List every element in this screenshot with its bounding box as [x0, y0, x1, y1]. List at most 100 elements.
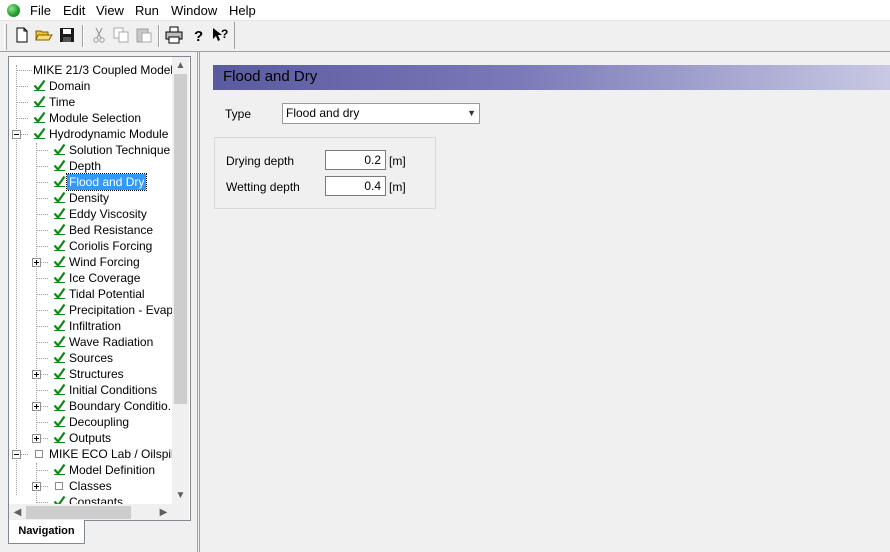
tree-item-infiltration[interactable]: Infiltration	[9, 318, 172, 334]
checkmark-icon	[53, 239, 66, 252]
chevron-down-icon[interactable]: ▼	[467, 104, 476, 123]
tree-item-density[interactable]: Density	[9, 190, 172, 206]
checkmark-icon	[53, 223, 66, 236]
menu-run[interactable]: Run	[134, 3, 160, 18]
toolbar: ? ?	[0, 22, 890, 52]
menu-help[interactable]: Help	[228, 3, 257, 18]
scroll-down-icon[interactable]: ▼	[172, 487, 189, 504]
copy-icon[interactable]	[112, 26, 130, 44]
tree-item-label: MIKE ECO Lab / Oilspill M	[49, 447, 190, 461]
tree-item-sources[interactable]: Sources	[9, 350, 172, 366]
checkmark-icon	[53, 367, 66, 380]
tree-connector	[36, 214, 48, 215]
menu-file[interactable]: File	[29, 3, 52, 18]
page-title: Flood and Dry	[223, 68, 318, 85]
checkmark-icon	[53, 415, 66, 428]
tree-item-decoupling[interactable]: Decoupling	[9, 414, 172, 430]
help-icon[interactable]: ?	[189, 26, 207, 44]
tree-item-wind-forcing[interactable]: Wind Forcing	[9, 254, 172, 270]
checkmark-icon	[33, 79, 46, 92]
tree-item-label: Tidal Potential	[69, 287, 145, 301]
tree-item-ice-coverage[interactable]: Ice Coverage	[9, 270, 172, 286]
horizontal-scrollbar[interactable]: ◀ ▶	[9, 504, 172, 520]
tree-item-label: Precipitation - Evapor	[69, 303, 184, 317]
unchecked-icon	[35, 450, 43, 458]
expand-icon[interactable]	[32, 482, 41, 491]
tree-item-label: MIKE 21/3 Coupled Model ...	[33, 63, 187, 77]
tree-item-time[interactable]: Time	[9, 94, 172, 110]
checkmark-icon	[53, 399, 66, 412]
tree-item-eddy-viscosity[interactable]: Eddy Viscosity	[9, 206, 172, 222]
tree-item-flood-and-dry[interactable]: Flood and Dry	[9, 173, 172, 191]
tree-item-depth[interactable]: Depth	[9, 158, 172, 174]
menu-window[interactable]: Window	[170, 3, 218, 18]
collapse-icon[interactable]	[12, 450, 21, 459]
tree-item-mike-21-3-coupled-model[interactable]: MIKE 21/3 Coupled Model ...	[9, 62, 186, 78]
tree-connector	[36, 358, 48, 359]
app-icon[interactable]	[7, 4, 20, 17]
tree-item-tidal-potential[interactable]: Tidal Potential	[9, 286, 172, 302]
expand-icon[interactable]	[32, 434, 41, 443]
print-icon[interactable]	[165, 26, 183, 44]
expand-icon[interactable]	[32, 370, 41, 379]
tree-item-structures[interactable]: Structures	[9, 366, 172, 382]
navigation-tree[interactable]: MIKE 21/3 Coupled Model ... Domain Time Mod…	[8, 56, 191, 521]
vertical-scrollbar[interactable]: ▲ ▼	[172, 57, 189, 504]
tree-connector	[36, 502, 48, 503]
tree-item-domain[interactable]: Domain	[9, 78, 172, 94]
tree-item-label: Module Selection	[49, 111, 142, 125]
drying-depth-input[interactable]: 0.2	[325, 150, 386, 170]
tree-connector	[36, 182, 48, 183]
scroll-left-icon[interactable]: ◀	[9, 504, 26, 520]
checkmark-icon	[53, 335, 66, 348]
svg-text:?: ?	[194, 28, 203, 44]
wetting-depth-label: Wetting depth	[226, 180, 300, 194]
context-help-icon[interactable]: ?	[211, 26, 229, 44]
menu-view[interactable]: View	[95, 3, 125, 18]
tree-item-label: Bed Resistance	[69, 223, 154, 237]
cut-icon[interactable]	[90, 26, 108, 44]
tree-item-hydrodynamic-module[interactable]: Hydrodynamic Module	[9, 126, 172, 142]
save-icon[interactable]	[58, 26, 76, 44]
horizontal-scroll-thumb[interactable]	[26, 506, 131, 519]
expand-icon[interactable]	[32, 402, 41, 411]
checkmark-icon	[53, 143, 66, 156]
new-file-icon[interactable]	[13, 26, 31, 44]
tree-item-outputs[interactable]: Outputs	[9, 430, 172, 446]
scroll-right-icon[interactable]: ▶	[155, 504, 172, 520]
checkmark-icon	[53, 463, 66, 476]
collapse-icon[interactable]	[12, 130, 21, 139]
tree-item-coriolis-forcing[interactable]: Coriolis Forcing	[9, 238, 172, 254]
tree-item-label: Eddy Viscosity	[69, 207, 147, 221]
tree-connector	[36, 230, 48, 231]
tree-item-classes[interactable]: Classes	[9, 478, 172, 494]
tab-navigation[interactable]: Navigation	[8, 520, 85, 544]
tree-item-mike-eco-lab-oilspill-m[interactable]: MIKE ECO Lab / Oilspill M	[9, 446, 190, 462]
checkmark-icon	[33, 127, 46, 140]
tree-item-solution-technique[interactable]: Solution Technique	[9, 142, 172, 158]
scroll-up-icon[interactable]: ▲	[172, 57, 189, 74]
open-folder-icon[interactable]	[35, 26, 53, 44]
wetting-depth-input[interactable]: 0.4	[325, 176, 386, 196]
toolbar-grip[interactable]	[4, 24, 7, 50]
tree-item-label: Depth	[69, 159, 102, 173]
checkmark-icon	[53, 271, 66, 284]
type-select[interactable]: Flood and dry ▼	[282, 103, 480, 124]
tree-item-model-definition[interactable]: Model Definition	[9, 462, 172, 478]
tree-item-boundary-conditio[interactable]: Boundary Conditio...	[9, 398, 178, 414]
tree-item-label: Wave Radiation	[69, 335, 154, 349]
checkmark-icon	[33, 111, 46, 124]
paste-icon[interactable]	[135, 26, 153, 44]
menu-edit[interactable]: Edit	[62, 3, 86, 18]
tree-item-bed-resistance[interactable]: Bed Resistance	[9, 222, 172, 238]
expand-icon[interactable]	[32, 258, 41, 267]
tree-connector	[36, 470, 48, 471]
tree-item-precipitation-evapor[interactable]: Precipitation - Evapor	[9, 302, 184, 318]
tree-connector	[16, 118, 28, 119]
tree-item-label: Boundary Conditio...	[69, 399, 178, 413]
tree-connector	[36, 150, 48, 151]
tree-item-initial-conditions[interactable]: Initial Conditions	[9, 382, 172, 398]
vertical-scroll-thumb[interactable]	[174, 74, 187, 404]
tree-item-module-selection[interactable]: Module Selection	[9, 110, 172, 126]
tree-item-wave-radiation[interactable]: Wave Radiation	[9, 334, 172, 350]
